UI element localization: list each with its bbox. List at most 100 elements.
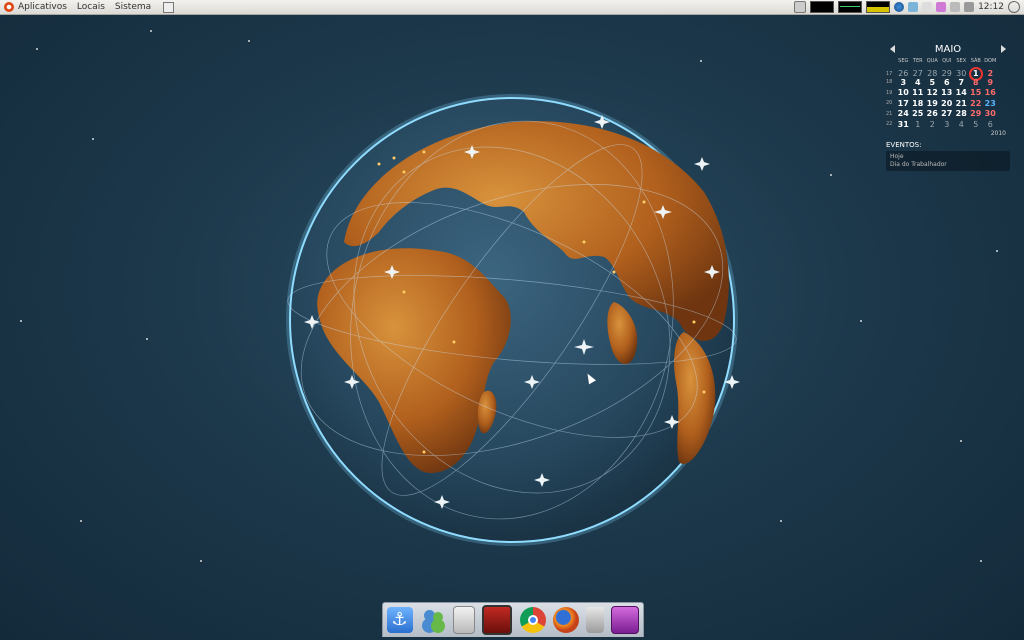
calendar-day[interactable]: 3 xyxy=(896,78,911,87)
day-name: TER xyxy=(912,58,923,65)
calendar-day[interactable]: 10 xyxy=(896,88,911,97)
calendar-day[interactable]: 28 xyxy=(954,109,969,118)
calendar-day[interactable]: 16 xyxy=(983,88,998,97)
star xyxy=(150,30,152,32)
network-monitor-graph[interactable] xyxy=(838,1,863,13)
menu-aplicativos[interactable]: Aplicativos xyxy=(18,0,67,14)
firefox-icon[interactable] xyxy=(552,607,579,633)
calendar-year: 2010 xyxy=(990,129,1006,137)
calendar-day[interactable]: 26 xyxy=(925,109,940,118)
chrome-icon[interactable] xyxy=(519,607,546,633)
event-item[interactable]: Dia do Trabalhador xyxy=(890,161,1006,169)
calendar-widget: MAIO SEG TER QUA QUI SEX SÁB DOM 17 26 27 2… xyxy=(886,42,1010,171)
calendar-week-row: 21 24 25 26 27 28 29 30 xyxy=(886,109,1010,120)
calendar-day[interactable]: 6 xyxy=(983,120,998,129)
calendar-day[interactable]: 30 xyxy=(983,109,998,118)
calendar-day[interactable]: 18 xyxy=(911,99,926,108)
power-icon[interactable] xyxy=(1008,1,1020,13)
week-number: 22 xyxy=(886,121,893,128)
globe-tray-icon[interactable] xyxy=(894,2,905,12)
window-list-icon[interactable] xyxy=(794,1,807,13)
prev-month-arrow-icon[interactable] xyxy=(890,45,895,53)
calendar-day[interactable]: 26 xyxy=(896,69,911,78)
calendar-day[interactable]: 29 xyxy=(940,69,955,78)
drive-icon[interactable] xyxy=(453,606,476,634)
star xyxy=(830,174,832,176)
calendar-day[interactable]: 6 xyxy=(940,78,955,87)
calendar-day[interactable]: 23 xyxy=(983,99,998,108)
events-title: EVENTOS: xyxy=(886,140,922,149)
calendar-day[interactable]: 11 xyxy=(911,88,926,97)
messaging-tray-icon[interactable] xyxy=(936,2,947,12)
anchor-icon[interactable]: ⚓ xyxy=(386,607,413,633)
star xyxy=(20,320,22,322)
calendar-header: MAIO xyxy=(886,42,1010,56)
calendar-day[interactable]: 4 xyxy=(954,120,969,129)
calendar-day[interactable]: 25 xyxy=(911,109,926,118)
calendar-day[interactable]: 5 xyxy=(925,78,940,87)
day-name: QUI xyxy=(942,58,952,65)
clock[interactable]: 12:12 xyxy=(978,2,1004,12)
week-number: 18 xyxy=(886,79,893,86)
calendar-day[interactable]: 29 xyxy=(969,109,984,118)
calendar-day-names: SEG TER QUA QUI SEX SÁB DOM xyxy=(886,56,1010,67)
calendar-day[interactable]: 2 xyxy=(925,120,940,129)
calendar-day[interactable]: 21 xyxy=(954,99,969,108)
calendar-day[interactable]: 5 xyxy=(969,120,984,129)
trash-icon[interactable] xyxy=(586,607,605,633)
chat-tray-icon[interactable] xyxy=(922,2,933,12)
star xyxy=(996,250,998,252)
menu-sistema[interactable]: Sistema xyxy=(115,0,151,14)
calendar-day[interactable]: 7 xyxy=(954,78,969,87)
video-icon[interactable] xyxy=(482,605,513,635)
calendar-day[interactable]: 20 xyxy=(940,99,955,108)
event-item[interactable]: Hoje xyxy=(890,153,1006,161)
calendar-grid: 17 26 27 28 29 30 1 2 18 3 4 5 6 7 8 9 19 10 11 12 13 14 15 16 2… xyxy=(886,66,1010,130)
calendar-week-row: 20 17 18 19 20 21 22 23 xyxy=(886,98,1010,109)
star xyxy=(200,560,202,562)
battery-tray-icon[interactable] xyxy=(950,2,961,12)
calendar-day[interactable]: 13 xyxy=(940,88,955,97)
next-month-arrow-icon[interactable] xyxy=(1000,45,1006,53)
week-number: 19 xyxy=(886,89,893,96)
star xyxy=(92,138,94,140)
calendar-day[interactable]: 19 xyxy=(925,99,940,108)
calendar-day[interactable]: 14 xyxy=(954,88,969,97)
calendar-day[interactable]: 30 xyxy=(954,69,969,78)
calendar-day[interactable]: 12 xyxy=(925,88,940,97)
calendar-day[interactable]: 22 xyxy=(969,99,984,108)
star xyxy=(980,560,982,562)
calendar-day[interactable]: 2 xyxy=(983,69,998,78)
cpu-monitor-graph[interactable] xyxy=(810,1,835,13)
star xyxy=(780,520,782,522)
network-tray-icon[interactable] xyxy=(908,2,919,12)
people-icon[interactable] xyxy=(420,607,446,633)
volume-icon[interactable] xyxy=(964,2,975,12)
load-monitor-graph[interactable] xyxy=(866,1,891,13)
dock: ⚓ xyxy=(382,602,644,637)
star xyxy=(960,440,962,442)
calendar-day[interactable]: 31 xyxy=(896,120,911,129)
top-panel: Aplicativos Locais Sistema 12:12 xyxy=(0,0,1024,15)
calendar-day[interactable]: 1 xyxy=(911,120,926,129)
calendar-day[interactable]: 17 xyxy=(896,99,911,108)
menu-locais[interactable]: Locais xyxy=(77,0,105,14)
calendar-day[interactable]: 24 xyxy=(896,109,911,118)
calendar-day[interactable]: 27 xyxy=(940,109,955,118)
calendar-day[interactable]: 9 xyxy=(983,78,998,87)
notes-launcher-icon[interactable] xyxy=(163,1,175,13)
ubuntu-logo-icon[interactable] xyxy=(4,2,14,12)
screen-icon[interactable] xyxy=(611,606,640,634)
calendar-day[interactable]: 15 xyxy=(969,88,984,97)
calendar-month: MAIO xyxy=(934,43,962,55)
events-list: Hoje Dia do Trabalhador xyxy=(886,150,1010,171)
star xyxy=(700,60,702,62)
calendar-day[interactable]: 28 xyxy=(925,69,940,78)
calendar-day[interactable]: 4 xyxy=(911,78,926,87)
calendar-day[interactable]: 27 xyxy=(911,69,926,78)
calendar-day[interactable]: 8 xyxy=(969,78,984,87)
star xyxy=(146,338,148,340)
day-name: SÁB xyxy=(970,58,981,65)
day-name: SEX xyxy=(956,58,967,65)
calendar-day[interactable]: 3 xyxy=(940,120,955,129)
